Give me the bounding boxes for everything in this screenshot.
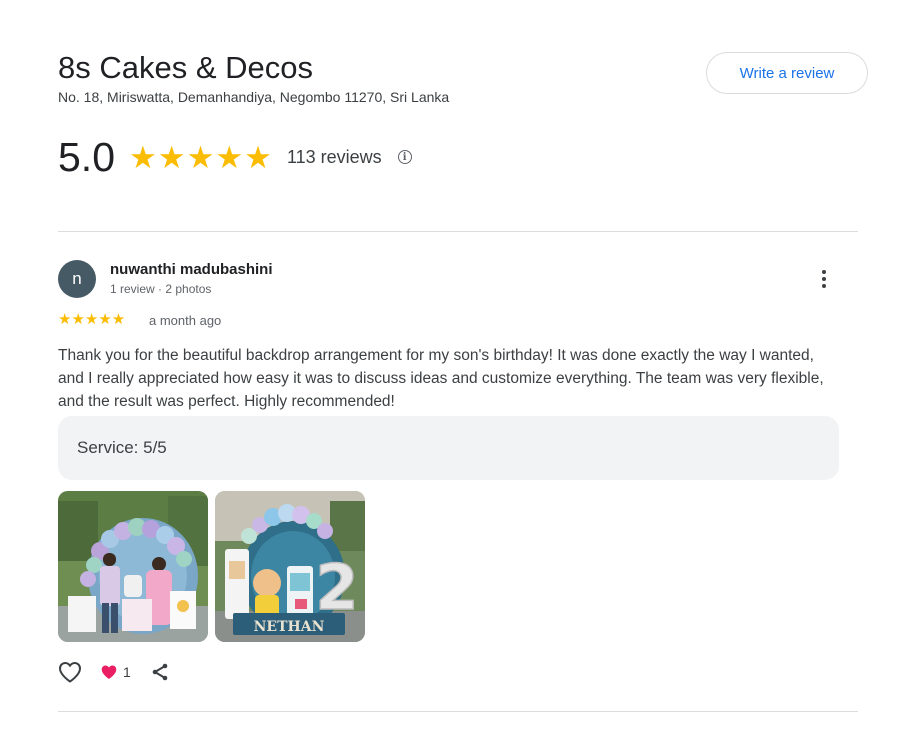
avatar[interactable]: n <box>58 260 96 298</box>
review-text: Thank you for the beautiful backdrop arr… <box>58 347 824 410</box>
review-count[interactable]: 113 reviews <box>287 147 382 168</box>
write-review-button[interactable]: Write a review <box>706 52 868 94</box>
rating-value: 5.0 <box>58 133 115 180</box>
review-photo-1[interactable] <box>58 491 208 642</box>
like-count: 1 <box>123 664 131 680</box>
divider <box>58 711 858 712</box>
like-count-group[interactable]: 1 <box>100 664 131 680</box>
reviewer-meta: 1 review · 2 photos <box>110 282 212 296</box>
review-actions: 1 <box>58 659 171 685</box>
reviewer-name[interactable]: nuwanthi madubashini <box>110 261 273 278</box>
photo-image <box>58 491 208 642</box>
share-icon[interactable] <box>149 661 171 683</box>
divider <box>58 231 858 232</box>
rating-summary: 5.0 ★★★★★ 113 reviews i <box>58 132 412 182</box>
attribute-service: Service: 5/5 <box>77 438 167 457</box>
info-icon[interactable]: i <box>397 150 412 164</box>
review-attribute-box: Service: 5/5 <box>58 416 839 480</box>
review-stars: ★★★★★ <box>58 311 126 328</box>
review-time: a month ago <box>149 313 222 328</box>
photo-banner-text: NETHAN <box>254 619 325 635</box>
photo-number-text: 2 <box>315 551 358 624</box>
review-photo-2[interactable]: NETHAN 2 <box>215 491 365 642</box>
more-vert-icon[interactable] <box>812 266 836 292</box>
photo-image: NETHAN 2 <box>215 491 365 642</box>
rating-stars: ★★★★★ <box>129 139 273 175</box>
business-name: 8s Cakes & Decos <box>58 50 313 85</box>
heart-outline-icon[interactable] <box>58 660 82 684</box>
heart-filled-icon <box>101 665 117 679</box>
business-address: No. 18, Miriswatta, Demanhandiya, Negomb… <box>58 89 450 105</box>
